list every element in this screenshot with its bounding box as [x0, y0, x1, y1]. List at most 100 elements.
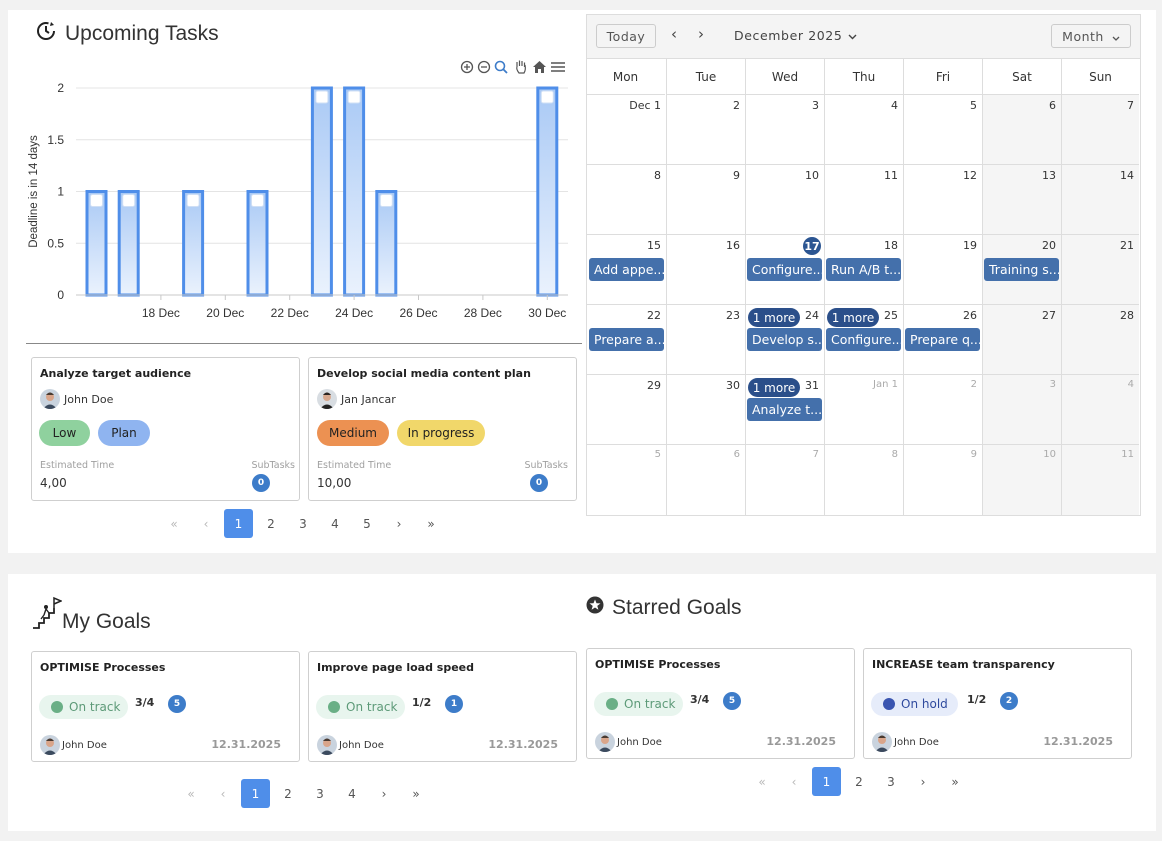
calendar-day-cell[interactable]: 8 — [824, 445, 903, 515]
calendar-event[interactable]: Analyze t... — [747, 398, 822, 421]
pager-page-4[interactable]: 4 — [319, 509, 351, 538]
day-number[interactable]: 6 — [1049, 99, 1056, 112]
pager-page-1[interactable]: 1 — [241, 779, 270, 808]
pager-page-1[interactable]: 1 — [812, 767, 841, 796]
day-number[interactable]: Jan 1 — [873, 379, 898, 390]
day-number[interactable]: 8 — [654, 169, 661, 182]
day-number[interactable]: 2 — [733, 99, 740, 112]
calendar-day-cell[interactable]: 7 — [745, 445, 824, 515]
day-number[interactable]: 3 — [1050, 379, 1056, 390]
calendar-day-cell[interactable]: 5 — [903, 95, 982, 165]
calendar-day-cell[interactable]: 4 — [824, 95, 903, 165]
calendar-day-cell[interactable]: 12 — [903, 165, 982, 235]
calendar-day-cell[interactable]: 3 — [982, 375, 1061, 445]
calendar-day-cell[interactable]: Dec 1 — [587, 95, 666, 165]
magnify-icon[interactable] — [494, 59, 510, 78]
calendar-event[interactable]: Run A/B t... — [826, 258, 901, 281]
day-number[interactable]: 11 — [1121, 449, 1134, 460]
pager-last[interactable]: » — [415, 509, 447, 538]
calendar-event[interactable]: Training s... — [984, 258, 1059, 281]
task-card[interactable]: Develop social media content plan Jan Ja… — [308, 357, 577, 501]
day-number[interactable]: 14 — [1120, 169, 1134, 182]
pager-next[interactable]: › — [907, 767, 939, 796]
day-number[interactable]: 7 — [1127, 99, 1134, 112]
day-number[interactable]: 30 — [726, 379, 740, 392]
calendar-day-cell[interactable]: 3 — [745, 95, 824, 165]
pager-first[interactable]: « — [158, 509, 190, 538]
zoom-in-icon[interactable] — [460, 59, 474, 78]
calendar-day-cell[interactable]: 2 — [903, 375, 982, 445]
day-number[interactable]: 9 — [733, 169, 740, 182]
task-card[interactable]: Analyze target audience John Doe Low Pla… — [31, 357, 300, 501]
pager-last[interactable]: » — [939, 767, 971, 796]
calendar-day-cell[interactable]: 10 — [745, 165, 824, 235]
day-number[interactable]: 10 — [1043, 449, 1056, 460]
pager-first[interactable]: « — [175, 779, 207, 808]
calendar-day-cell[interactable]: 6 — [982, 95, 1061, 165]
day-number[interactable]: 18 — [884, 239, 898, 252]
more-events-link[interactable]: 1 more — [748, 308, 800, 327]
day-number[interactable]: 3 — [812, 99, 819, 112]
pager-page-3[interactable]: 3 — [304, 779, 336, 808]
calendar-day-cell[interactable]: 6 — [666, 445, 745, 515]
calendar-day-cell[interactable]: 11 — [1061, 445, 1139, 515]
day-number[interactable]: 27 — [1042, 309, 1056, 322]
goal-card[interactable]: OPTIMISE Processes On track 3/4 5 John D… — [31, 651, 300, 762]
day-number[interactable]: 31 — [805, 379, 819, 392]
calendar-day-cell[interactable]: 16 — [666, 235, 745, 305]
calendar-day-cell[interactable]: 4 — [1061, 375, 1139, 445]
pager-page-3[interactable]: 3 — [875, 767, 907, 796]
today-button[interactable]: Today — [596, 24, 656, 48]
zoom-out-icon[interactable] — [477, 59, 491, 78]
calendar-day-cell[interactable]: 21 — [1061, 235, 1139, 305]
calendar-day-cell[interactable]: 23 — [666, 305, 745, 375]
more-events-link[interactable]: 1 more — [827, 308, 879, 327]
more-events-link[interactable]: 1 more — [748, 378, 800, 397]
calendar-day-cell[interactable]: 5 — [587, 445, 666, 515]
calendar-event[interactable]: Prepare q... — [905, 328, 980, 351]
day-number[interactable]: 6 — [734, 449, 740, 460]
day-number[interactable]: 29 — [647, 379, 661, 392]
calendar-event[interactable]: Add appe... — [589, 258, 664, 281]
calendar-event[interactable]: Configure... — [826, 328, 901, 351]
day-number[interactable]: 4 — [1128, 379, 1134, 390]
goal-card[interactable]: OPTIMISE Processes On track 3/4 5 John D… — [586, 648, 855, 759]
calendar-day-cell[interactable]: 11 — [824, 165, 903, 235]
day-number[interactable]: 8 — [892, 449, 898, 460]
pager-prev[interactable]: ‹ — [207, 779, 239, 808]
calendar-day-cell[interactable]: 19 — [903, 235, 982, 305]
pager-page-1[interactable]: 1 — [224, 509, 253, 538]
day-number[interactable]: 26 — [963, 309, 977, 322]
day-number[interactable]: 25 — [884, 309, 898, 322]
day-number[interactable]: 2 — [971, 379, 977, 390]
goal-card[interactable]: Improve page load speed On track 1/2 1 J… — [308, 651, 577, 762]
day-number[interactable]: 21 — [1120, 239, 1134, 252]
calendar-day-cell[interactable]: 27 — [982, 305, 1061, 375]
calendar-event[interactable]: Prepare a... — [589, 328, 664, 351]
day-number[interactable]: 28 — [1120, 309, 1134, 322]
day-number[interactable]: 17 — [803, 237, 821, 255]
prev-month-button[interactable]: ‹ — [671, 25, 677, 43]
calendar-day-cell[interactable]: 7 — [1061, 95, 1139, 165]
next-month-button[interactable]: › — [698, 25, 704, 43]
day-number[interactable]: 20 — [1042, 239, 1056, 252]
pan-hand-icon[interactable] — [513, 59, 529, 78]
day-number[interactable]: 16 — [726, 239, 740, 252]
calendar-day-cell[interactable]: Jan 1 — [824, 375, 903, 445]
pager-next[interactable]: › — [383, 509, 415, 538]
day-number[interactable]: 24 — [805, 309, 819, 322]
menu-icon[interactable] — [550, 59, 566, 78]
day-number[interactable]: 19 — [963, 239, 977, 252]
calendar-day-cell[interactable]: 13 — [982, 165, 1061, 235]
pager-first[interactable]: « — [746, 767, 778, 796]
day-number[interactable]: Dec 1 — [629, 99, 661, 112]
calendar-day-cell[interactable]: 28 — [1061, 305, 1139, 375]
pager-page-2[interactable]: 2 — [255, 509, 287, 538]
calendar-day-cell[interactable]: 14 — [1061, 165, 1139, 235]
calendar-day-cell[interactable]: 2 — [666, 95, 745, 165]
pager-prev[interactable]: ‹ — [190, 509, 222, 538]
calendar-day-cell[interactable]: 8 — [587, 165, 666, 235]
day-number[interactable]: 4 — [891, 99, 898, 112]
pager-page-2[interactable]: 2 — [843, 767, 875, 796]
pager-page-2[interactable]: 2 — [272, 779, 304, 808]
